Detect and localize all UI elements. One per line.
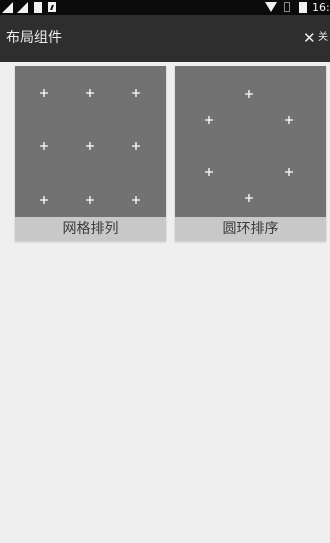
close-button-label: 关 <box>318 32 328 43</box>
close-button[interactable]: ✕ 关 <box>303 15 330 62</box>
circle-layout-card[interactable]: 圆环排序 <box>175 66 326 241</box>
battery-icon <box>34 2 42 13</box>
grid-layout-label: 网格排列 <box>62 221 119 237</box>
circle-layout-label: 圆环排序 <box>222 221 279 237</box>
toolbar: 布局组件 ✕ 关 <box>0 15 330 62</box>
status-time: 16: <box>312 1 330 14</box>
circle-layout-preview <box>175 66 326 217</box>
grid-layout-preview <box>15 66 166 217</box>
signal-icon <box>17 2 28 13</box>
grid-layout-icon <box>40 89 140 204</box>
close-icon: ✕ <box>303 29 316 47</box>
battery-icon <box>299 2 307 13</box>
signal-icon <box>2 2 13 13</box>
grid-layout-card[interactable]: 网格排列 <box>15 66 166 241</box>
sim-card-icon <box>48 2 56 12</box>
status-bar: 16: <box>0 0 330 15</box>
screen: 16: 布局组件 ✕ 关 网格排列 圆环排序 <box>0 0 330 543</box>
circle-layout-icon <box>205 90 293 202</box>
page-title: 布局组件 <box>6 30 62 46</box>
sim-status-icon <box>284 2 290 12</box>
wifi-icon <box>265 2 277 12</box>
